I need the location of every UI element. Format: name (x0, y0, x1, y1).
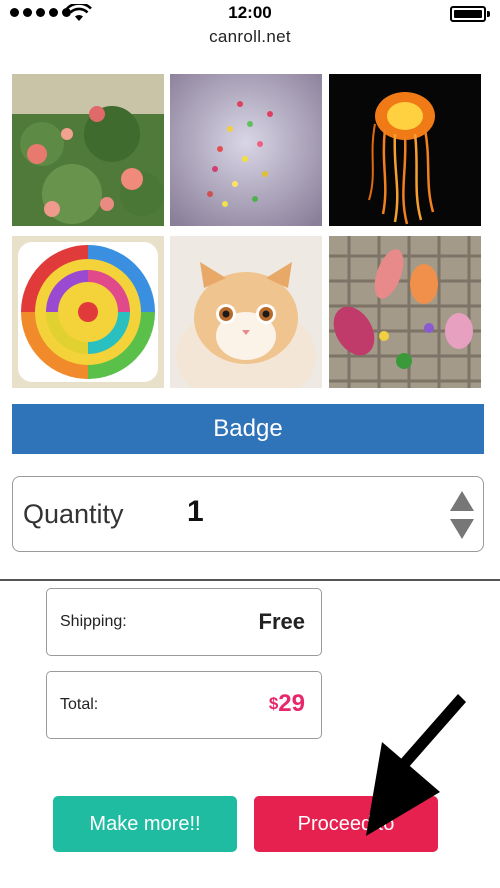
total-value: $29 (269, 690, 305, 718)
clock: 12:00 (228, 3, 272, 22)
total-label: Total: (60, 696, 99, 713)
flowers-photo[interactable] (12, 74, 164, 226)
make-more-button[interactable]: Make more!! (53, 796, 237, 852)
url-bar[interactable]: canroll.net (0, 27, 500, 47)
quantity-value[interactable]: 1 (187, 495, 204, 529)
status-bar: 12:00 (0, 0, 500, 26)
balloons-photo[interactable] (170, 74, 322, 226)
lollipop-photo[interactable] (12, 236, 164, 388)
total-box: Total: $29 (46, 671, 322, 739)
proceed-button[interactable]: Proceed to (254, 796, 438, 852)
shipping-label: Shipping: (60, 613, 127, 630)
total-amount: 29 (278, 690, 305, 717)
shipping-value: Free (258, 609, 305, 634)
badge-button[interactable]: Badge (12, 404, 484, 454)
battery-icon (450, 6, 490, 22)
shipping-box: Shipping: Free (46, 588, 322, 656)
jellyfish-photo[interactable] (329, 74, 481, 226)
cat-photo[interactable] (170, 236, 322, 388)
leaves-photo[interactable] (329, 236, 481, 388)
divider (0, 579, 500, 581)
quantity-stepper[interactable]: Quantity 1 (12, 476, 484, 552)
quantity-label: Quantity (23, 499, 124, 529)
stepper-arrows-icon[interactable] (449, 489, 475, 541)
currency-symbol: $ (268, 694, 279, 713)
